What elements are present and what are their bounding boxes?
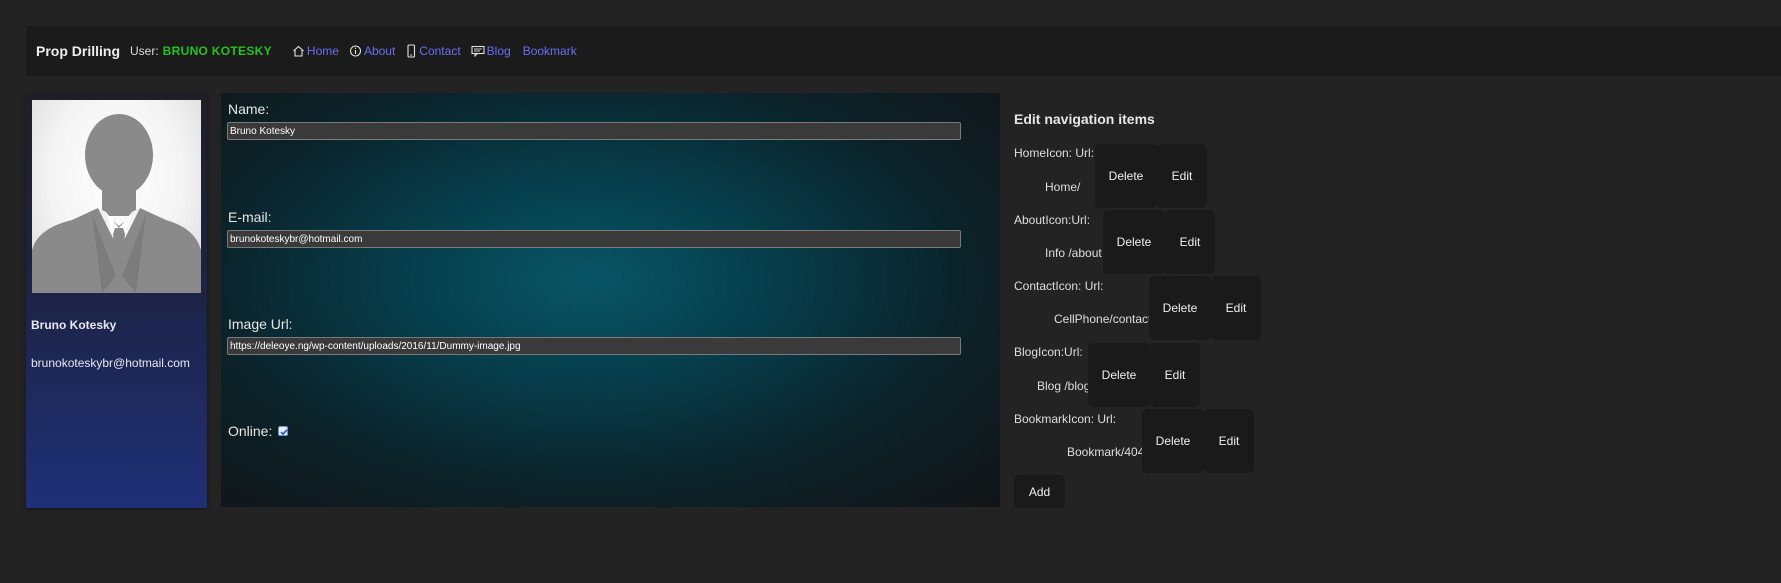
profile-card: Bruno Kotesky brunokoteskybr@hotmail.com (26, 94, 207, 508)
delete-button-bookmark[interactable]: Delete (1142, 409, 1204, 473)
nav-link-about-label: About (363, 44, 396, 58)
online-label: Online: (228, 423, 273, 439)
avatar (32, 100, 201, 293)
nav-link-home[interactable]: Home (292, 44, 339, 58)
delete-button-blog[interactable]: Delete (1088, 343, 1150, 407)
profile-name: Bruno Kotesky (31, 318, 117, 332)
email-label: E-mail: (228, 209, 272, 225)
profile-email: brunokoteskybr@hotmail.com (31, 356, 190, 370)
edit-button-bookmark[interactable]: Edit (1204, 409, 1254, 473)
top-navbar: Prop Drilling User: BRUNO KOTESKY Home A… (26, 26, 1781, 76)
brand-title: Prop Drilling (36, 43, 120, 59)
nav-links: Home About Contact Blog Bookmark (292, 44, 587, 58)
cellphone-icon (407, 44, 416, 58)
nav-item-home-line2: Home/ (1045, 180, 1081, 194)
nav-item-contact-line2: CellPhone/contact (1054, 312, 1152, 326)
online-checkbox[interactable] (278, 426, 288, 436)
nav-link-blog[interactable]: Blog (471, 44, 511, 58)
info-icon (349, 45, 361, 57)
delete-button-home[interactable]: Delete (1095, 144, 1157, 208)
nav-item-home-line1: HomeIcon: Url: (1014, 146, 1095, 160)
home-icon (293, 45, 304, 57)
avatar-placeholder-icon (32, 114, 201, 293)
checkmark-icon (280, 429, 288, 436)
profile-form: Name: E-mail: Image Url: Online: (221, 93, 1000, 507)
nav-link-contact-label: Contact (419, 44, 461, 58)
nav-item-about-line1: AboutIcon:Url: (1014, 213, 1091, 227)
nav-item-contact-line1: ContactIcon: Url: (1014, 279, 1104, 293)
nav-link-about[interactable]: About (349, 44, 395, 58)
user-label: User: (130, 44, 159, 58)
edit-button-contact[interactable]: Edit (1211, 276, 1261, 340)
name-label: Name: (228, 101, 270, 117)
nav-item-blog-line2: Blog /blog (1037, 379, 1091, 393)
nav-link-home-label: Home (306, 44, 339, 58)
nav-link-blog-label: Blog (486, 44, 511, 58)
edit-button-blog[interactable]: Edit (1150, 343, 1200, 407)
image-url-label: Image Url: (228, 316, 293, 332)
image-url-input[interactable] (227, 337, 961, 355)
nav-item-about-line2: Info /about (1045, 246, 1102, 260)
name-input[interactable] (227, 122, 961, 140)
nav-link-contact[interactable]: Contact (405, 44, 461, 58)
user-name: BRUNO KOTESKY (162, 44, 272, 58)
nav-item-blog-line1: BlogIcon:Url: (1014, 345, 1083, 359)
nav-item-bookmark-line2: Bookmark/404 (1067, 445, 1145, 459)
nav-link-bookmark-label: Bookmark (522, 44, 577, 58)
edit-button-home[interactable]: Edit (1157, 144, 1207, 208)
edit-button-about[interactable]: Edit (1165, 210, 1215, 274)
delete-button-contact[interactable]: Delete (1149, 276, 1211, 340)
email-input[interactable] (227, 230, 961, 248)
nav-item-bookmark-line1: BookmarkIcon: Url: (1014, 412, 1117, 426)
add-button[interactable]: Add (1014, 475, 1065, 508)
blog-icon (471, 45, 485, 57)
delete-button-about[interactable]: Delete (1103, 210, 1165, 274)
edit-nav-title: Edit navigation items (1014, 111, 1155, 127)
nav-link-bookmark[interactable]: Bookmark (523, 44, 577, 58)
